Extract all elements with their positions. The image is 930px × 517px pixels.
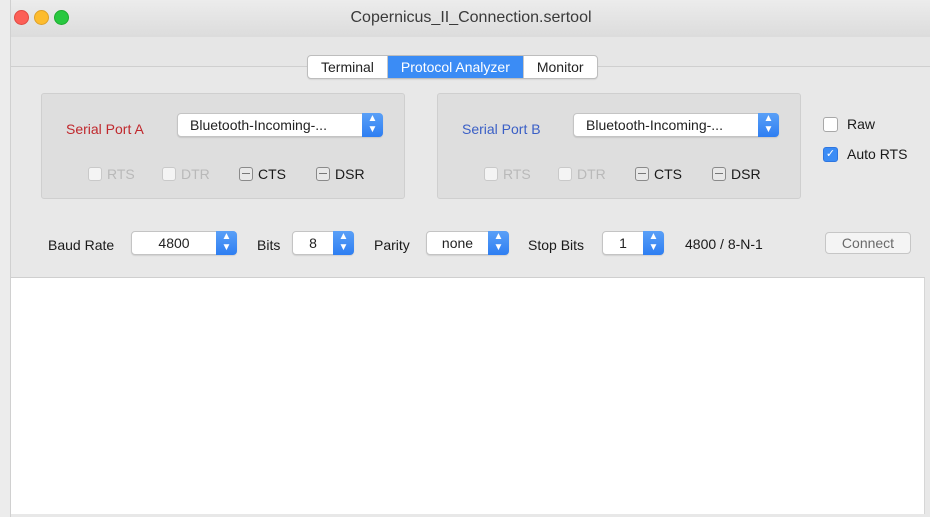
port-b-rts-checkbox[interactable]: RTS — [484, 166, 531, 182]
up-down-chevron-icon: ▲ ▼ — [333, 231, 354, 255]
settings-summary: 4800 / 8-N-1 — [685, 236, 763, 252]
mode-tabs: Terminal Protocol Analyzer Monitor — [307, 55, 598, 79]
auto-rts-checkbox[interactable]: ✓ Auto RTS — [823, 146, 907, 162]
checkmark-icon: ✓ — [823, 146, 838, 162]
port-b-cts-label: CTS — [654, 166, 682, 182]
serial-port-a-select[interactable]: Bluetooth-Incoming-... ▲ ▼ — [177, 113, 383, 137]
serial-port-a-value: Bluetooth-Incoming-... — [190, 117, 327, 133]
baud-rate-select[interactable]: 4800 ▲ ▼ — [131, 231, 237, 255]
stop-bits-select[interactable]: 1 ▲ ▼ — [602, 231, 664, 255]
up-down-chevron-icon: ▲ ▼ — [643, 231, 664, 255]
port-a-rts-checkbox[interactable]: RTS — [88, 166, 135, 182]
parity-value: none — [441, 235, 474, 251]
serial-port-b-value: Bluetooth-Incoming-... — [586, 117, 723, 133]
bits-value: 8 — [309, 235, 317, 251]
tab-protocol-analyzer[interactable]: Protocol Analyzer — [387, 56, 524, 78]
stop-bits-value: 1 — [619, 235, 627, 251]
port-b-dsr-label: DSR — [731, 166, 761, 182]
bits-label: Bits — [257, 237, 281, 253]
port-b-dsr-indicator: DSR — [712, 166, 761, 182]
data-view-area[interactable] — [11, 277, 925, 514]
parity-label: Parity — [374, 237, 410, 253]
serial-port-a-label: Serial Port A — [66, 121, 144, 137]
up-down-chevron-icon: ▲ ▼ — [216, 231, 237, 255]
up-down-chevron-icon: ▲ ▼ — [758, 113, 779, 137]
serial-port-b-group: Serial Port B Bluetooth-Incoming-... ▲ ▼ … — [437, 93, 801, 199]
serial-port-a-group: Serial Port A Bluetooth-Incoming-... ▲ ▼ … — [41, 93, 405, 199]
port-b-rts-label: RTS — [503, 166, 531, 182]
indicator-box — [712, 167, 726, 181]
window-title: Copernicus_II_Connection.sertool — [350, 9, 592, 26]
connect-button[interactable]: Connect — [825, 232, 911, 254]
bits-select[interactable]: 8 ▲ ▼ — [292, 231, 354, 255]
raw-checkbox[interactable]: Raw — [823, 116, 875, 132]
baud-rate-label: Baud Rate — [48, 237, 115, 253]
raw-label: Raw — [847, 116, 876, 132]
baud-rate-value: 4800 — [158, 235, 190, 251]
port-a-dsr-indicator: DSR — [316, 166, 365, 182]
port-a-cts-indicator: CTS — [239, 166, 286, 182]
checkbox-box — [162, 167, 176, 181]
stop-bits-label: Stop Bits — [528, 237, 585, 253]
port-a-dtr-checkbox[interactable]: DTR — [162, 166, 210, 182]
up-down-chevron-icon: ▲ ▼ — [488, 231, 509, 255]
port-a-rts-label: RTS — [107, 166, 135, 182]
checkbox-box — [558, 167, 572, 181]
parity-select[interactable]: none ▲ ▼ — [426, 231, 509, 255]
tab-monitor[interactable]: Monitor — [524, 56, 597, 78]
up-down-chevron-icon: ▲ ▼ — [362, 113, 383, 137]
serial-port-b-label: Serial Port B — [462, 121, 541, 137]
checkbox-box — [484, 167, 498, 181]
title-bar[interactable]: Copernicus_II_Connection.sertool — [11, 0, 930, 38]
port-a-dtr-label: DTR — [181, 166, 210, 182]
checkbox-box — [88, 167, 102, 181]
indicator-box — [316, 167, 330, 181]
tab-terminal[interactable]: Terminal — [308, 56, 388, 78]
port-b-dtr-label: DTR — [577, 166, 606, 182]
indicator-box — [635, 167, 649, 181]
port-a-dsr-label: DSR — [335, 166, 365, 182]
port-b-dtr-checkbox[interactable]: DTR — [558, 166, 606, 182]
indicator-box — [239, 167, 253, 181]
auto-rts-label: Auto RTS — [847, 146, 908, 162]
port-b-cts-indicator: CTS — [635, 166, 682, 182]
app-window: Copernicus_II_Connection.sertool Termina… — [10, 0, 930, 517]
checkbox-box — [823, 116, 838, 132]
serial-port-b-select[interactable]: Bluetooth-Incoming-... ▲ ▼ — [573, 113, 779, 137]
port-a-cts-label: CTS — [258, 166, 286, 182]
